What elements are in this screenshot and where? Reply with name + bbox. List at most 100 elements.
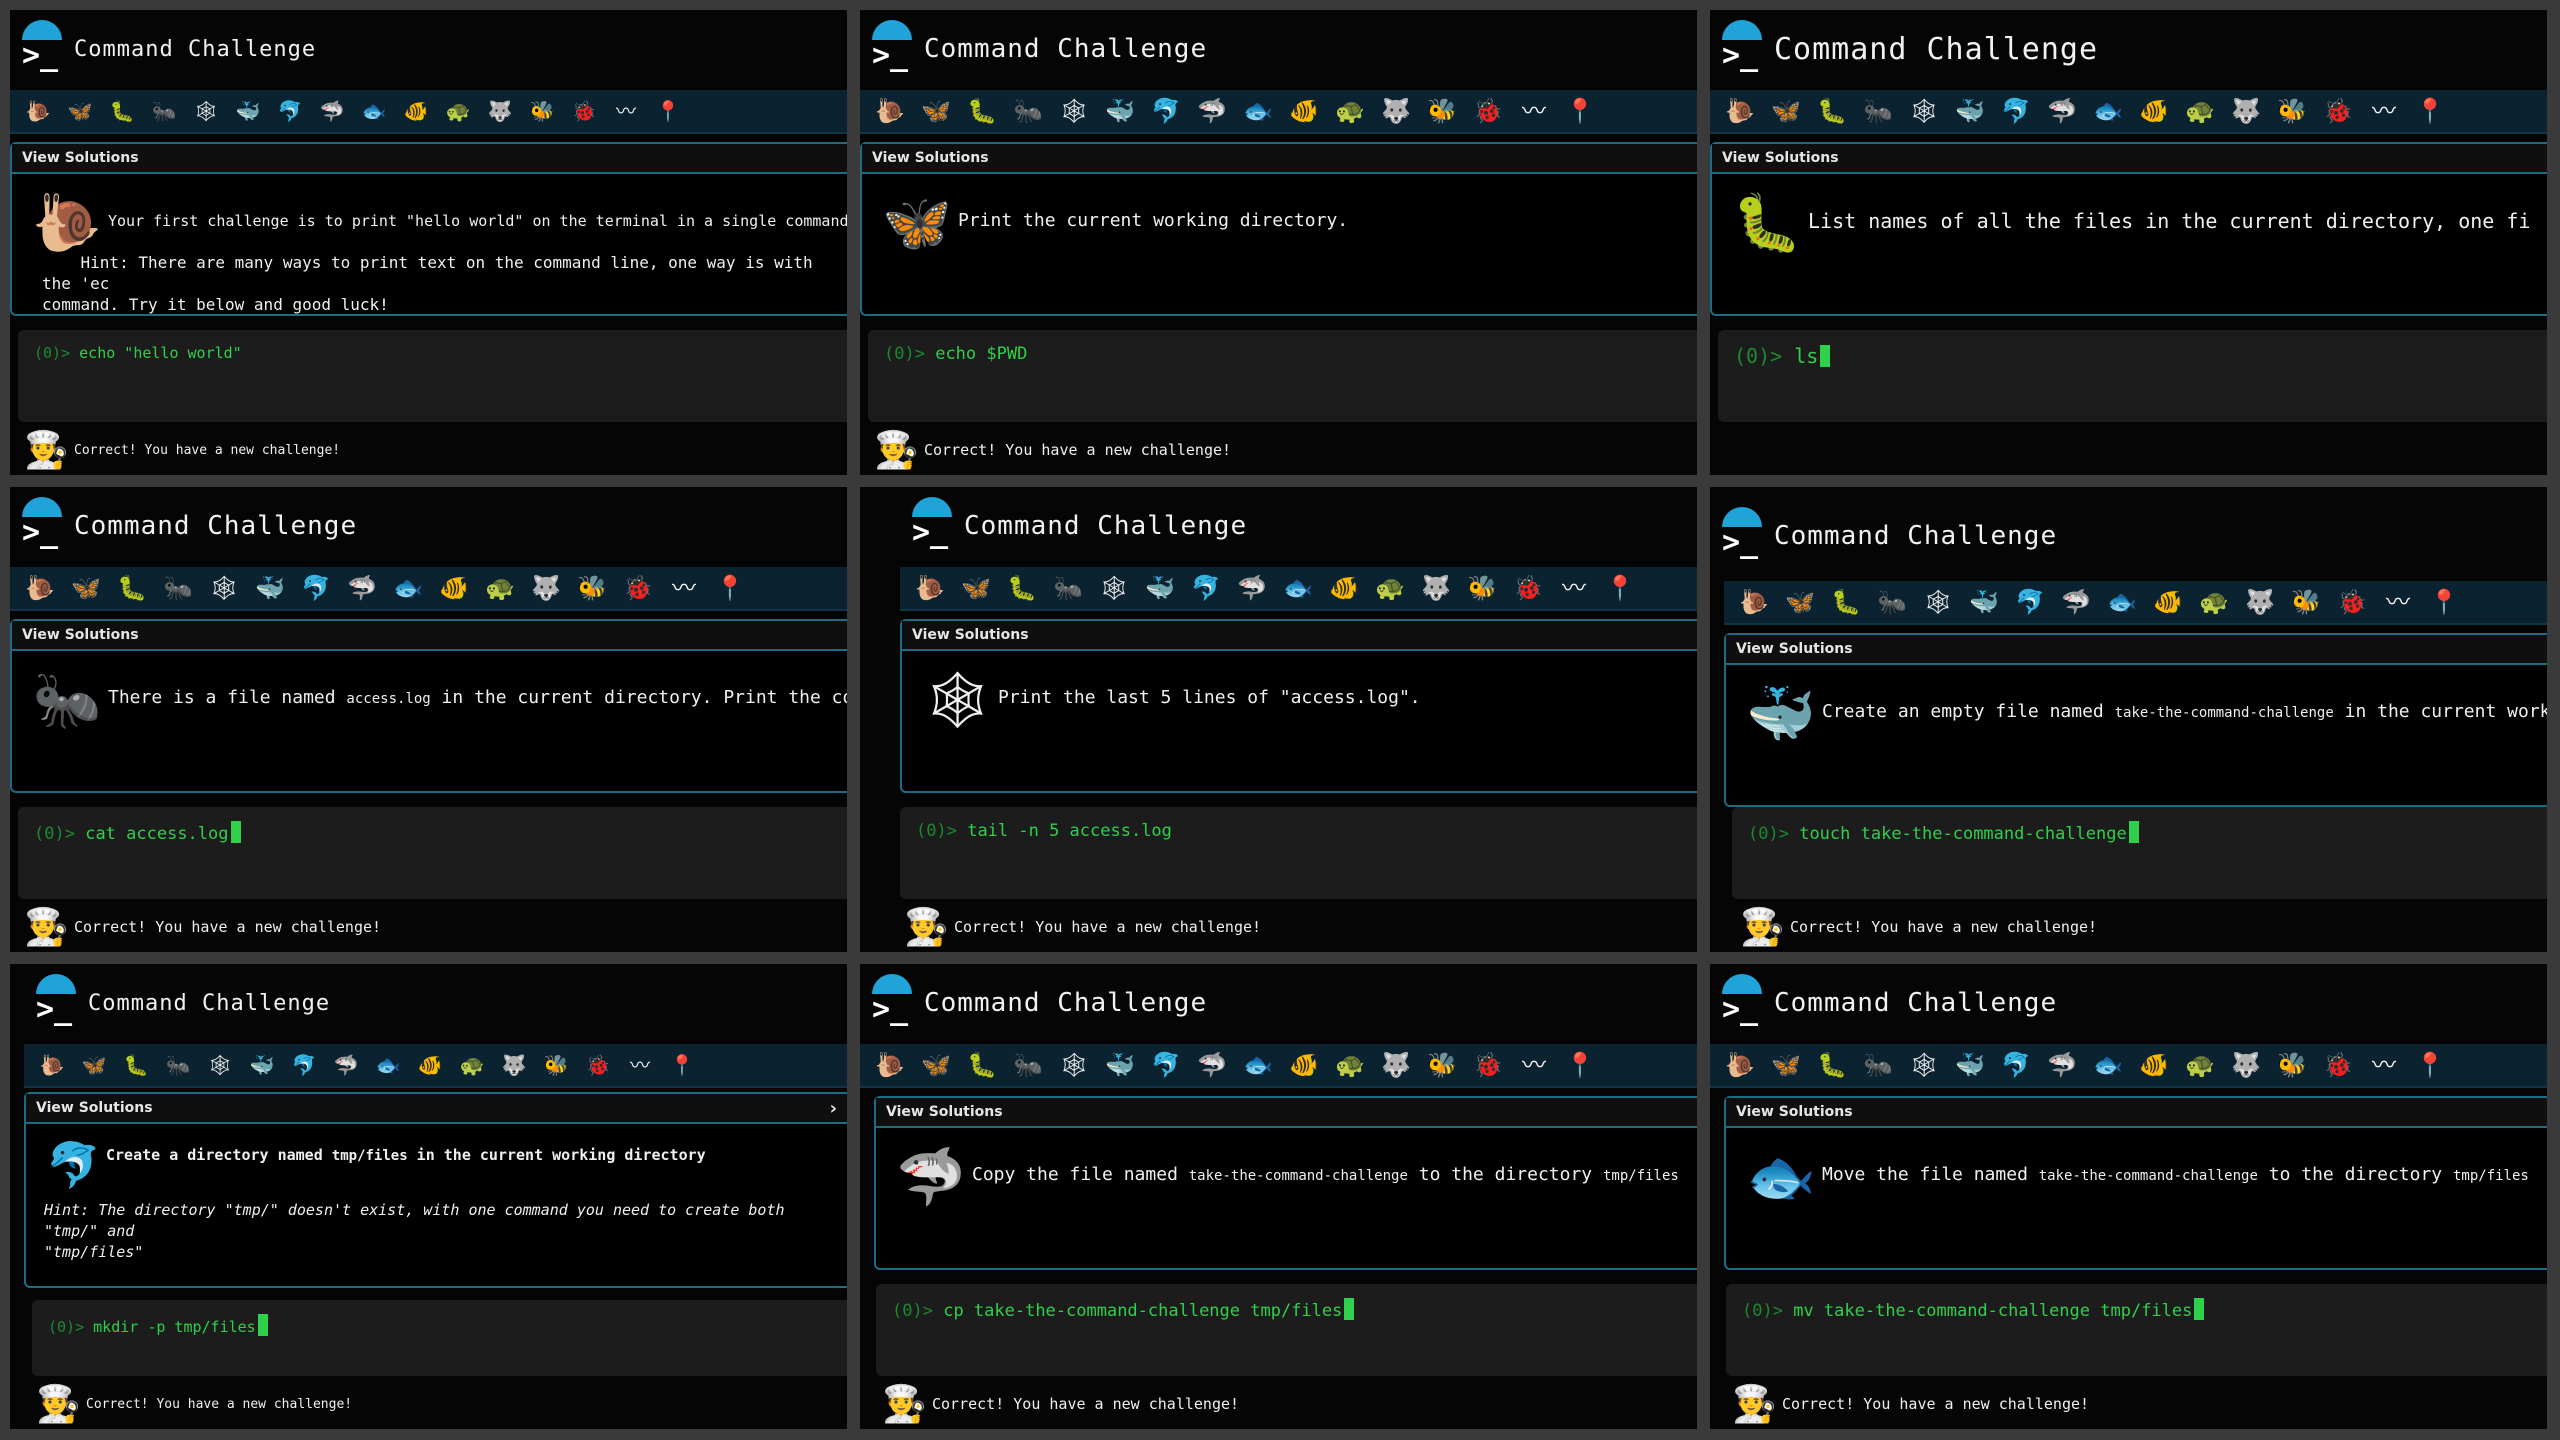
ant-badge-icon[interactable]: 🐜	[1876, 580, 1908, 624]
butterfly-badge-icon[interactable]: 🦋	[960, 566, 992, 610]
turtle-badge-icon[interactable]: 🐢	[2184, 89, 2216, 133]
wolf-badge-icon[interactable]: 🐺	[486, 89, 514, 133]
view-solutions-button[interactable]: View Solutions	[12, 144, 847, 174]
bee-badge-icon[interactable]: 🐝	[542, 1043, 570, 1087]
tropical-fish-badge-icon[interactable]: 🐠	[402, 89, 430, 133]
logo-icon[interactable]: >_	[860, 964, 924, 1042]
ant-badge-icon[interactable]: 🐜	[150, 89, 178, 133]
caterpillar-badge-icon[interactable]: 🐛	[1830, 580, 1862, 624]
tropical-fish-badge-icon[interactable]: 🐠	[416, 1043, 444, 1087]
caterpillar-badge-icon[interactable]: 🐛	[1816, 89, 1848, 133]
snail-badge-icon[interactable]: 🐌	[1724, 1043, 1756, 1087]
butterfly-badge-icon[interactable]: 🦋	[1784, 580, 1816, 624]
view-solutions-button[interactable]: View Solutions	[1712, 144, 2547, 174]
pin-badge-icon[interactable]: 📍	[668, 1043, 696, 1087]
logo-icon[interactable]: >_	[860, 10, 924, 88]
terminal-input[interactable]: (0)> mv take-the-command-challenge tmp/f…	[1726, 1284, 2547, 1376]
spider-web-badge-icon[interactable]: 🕸	[1908, 89, 1940, 133]
view-solutions-button[interactable]: View Solutions ›	[26, 1094, 847, 1124]
wolf-badge-icon[interactable]: 🐺	[2244, 580, 2276, 624]
snail-badge-icon[interactable]: 🐌	[24, 89, 52, 133]
shark-badge-icon[interactable]: 🦈	[1196, 1043, 1228, 1087]
bee-badge-icon[interactable]: 🐝	[2276, 1043, 2308, 1087]
dolphin-badge-icon[interactable]: 🐬	[276, 89, 304, 133]
logo-icon[interactable]: >_	[1710, 964, 1774, 1042]
ladybug-badge-icon[interactable]: 🐞	[2336, 580, 2368, 624]
worm-badge-icon[interactable]: 〰	[626, 1043, 654, 1087]
pin-badge-icon[interactable]: 📍	[1564, 1043, 1596, 1087]
wolf-badge-icon[interactable]: 🐺	[1380, 89, 1412, 133]
shark-badge-icon[interactable]: 🦈	[1196, 89, 1228, 133]
shark-badge-icon[interactable]: 🦈	[332, 1043, 360, 1087]
ant-badge-icon[interactable]: 🐜	[164, 1043, 192, 1087]
turtle-badge-icon[interactable]: 🐢	[1374, 566, 1406, 610]
spider-web-badge-icon[interactable]: 🕸	[206, 1043, 234, 1087]
butterfly-badge-icon[interactable]: 🦋	[920, 89, 952, 133]
ladybug-badge-icon[interactable]: 🐞	[2322, 1043, 2354, 1087]
snail-badge-icon[interactable]: 🐌	[914, 566, 946, 610]
terminal-input[interactable]: (0)> mkdir -p tmp/files	[32, 1300, 847, 1376]
fish-badge-icon[interactable]: 🐟	[2092, 1043, 2124, 1087]
caterpillar-badge-icon[interactable]: 🐛	[108, 89, 136, 133]
worm-badge-icon[interactable]: 〰	[2368, 89, 2400, 133]
turtle-badge-icon[interactable]: 🐢	[1334, 1043, 1366, 1087]
bee-badge-icon[interactable]: 🐝	[1426, 1043, 1458, 1087]
view-solutions-button[interactable]: View Solutions	[1726, 1098, 2547, 1128]
bee-badge-icon[interactable]: 🐝	[1466, 566, 1498, 610]
wolf-badge-icon[interactable]: 🐺	[530, 566, 562, 610]
snail-badge-icon[interactable]: 🐌	[1724, 89, 1756, 133]
wolf-badge-icon[interactable]: 🐺	[1380, 1043, 1412, 1087]
view-solutions-button[interactable]: View Solutions	[902, 621, 1697, 651]
ant-badge-icon[interactable]: 🐜	[162, 566, 194, 610]
terminal-input[interactable]: (0)> cp take-the-command-challenge tmp/f…	[876, 1284, 1697, 1376]
dolphin-badge-icon[interactable]: 🐬	[1150, 89, 1182, 133]
ant-badge-icon[interactable]: 🐜	[1862, 1043, 1894, 1087]
view-solutions-button[interactable]: View Solutions	[12, 621, 847, 651]
bee-badge-icon[interactable]: 🐝	[2276, 89, 2308, 133]
ladybug-badge-icon[interactable]: 🐞	[1512, 566, 1544, 610]
shark-badge-icon[interactable]: 🦈	[2046, 1043, 2078, 1087]
fish-badge-icon[interactable]: 🐟	[1242, 1043, 1274, 1087]
caterpillar-badge-icon[interactable]: 🐛	[966, 1043, 998, 1087]
terminal-input[interactable]: (0)> echo "hello world"	[18, 330, 847, 422]
tropical-fish-badge-icon[interactable]: 🐠	[438, 566, 470, 610]
whale-badge-icon[interactable]: 🐳	[1968, 580, 2000, 624]
bee-badge-icon[interactable]: 🐝	[2290, 580, 2322, 624]
ladybug-badge-icon[interactable]: 🐞	[584, 1043, 612, 1087]
butterfly-badge-icon[interactable]: 🦋	[1770, 1043, 1802, 1087]
turtle-badge-icon[interactable]: 🐢	[2198, 580, 2230, 624]
tropical-fish-badge-icon[interactable]: 🐠	[1328, 566, 1360, 610]
fish-badge-icon[interactable]: 🐟	[2106, 580, 2138, 624]
logo-icon[interactable]: >_	[10, 10, 74, 88]
worm-badge-icon[interactable]: 〰	[1518, 89, 1550, 133]
pin-badge-icon[interactable]: 📍	[714, 566, 746, 610]
ant-badge-icon[interactable]: 🐜	[1862, 89, 1894, 133]
spider-web-badge-icon[interactable]: 🕸	[1922, 580, 1954, 624]
shark-badge-icon[interactable]: 🦈	[318, 89, 346, 133]
dolphin-badge-icon[interactable]: 🐬	[300, 566, 332, 610]
pin-badge-icon[interactable]: 📍	[1604, 566, 1636, 610]
shark-badge-icon[interactable]: 🦈	[2046, 89, 2078, 133]
dolphin-badge-icon[interactable]: 🐬	[1150, 1043, 1182, 1087]
dolphin-badge-icon[interactable]: 🐬	[1190, 566, 1222, 610]
ladybug-badge-icon[interactable]: 🐞	[2322, 89, 2354, 133]
terminal-input[interactable]: (0)> touch take-the-command-challenge	[1732, 807, 2547, 899]
turtle-badge-icon[interactable]: 🐢	[444, 89, 472, 133]
spider-web-badge-icon[interactable]: 🕸	[1908, 1043, 1940, 1087]
worm-badge-icon[interactable]: 〰	[2382, 580, 2414, 624]
spider-web-badge-icon[interactable]: 🕸	[1098, 566, 1130, 610]
turtle-badge-icon[interactable]: 🐢	[2184, 1043, 2216, 1087]
whale-badge-icon[interactable]: 🐳	[234, 89, 262, 133]
spider-web-badge-icon[interactable]: 🕸	[1058, 1043, 1090, 1087]
worm-badge-icon[interactable]: 〰	[612, 89, 640, 133]
butterfly-badge-icon[interactable]: 🦋	[80, 1043, 108, 1087]
fish-badge-icon[interactable]: 🐟	[374, 1043, 402, 1087]
turtle-badge-icon[interactable]: 🐢	[484, 566, 516, 610]
turtle-badge-icon[interactable]: 🐢	[458, 1043, 486, 1087]
tropical-fish-badge-icon[interactable]: 🐠	[1288, 1043, 1320, 1087]
fish-badge-icon[interactable]: 🐟	[360, 89, 388, 133]
ant-badge-icon[interactable]: 🐜	[1012, 89, 1044, 133]
ladybug-badge-icon[interactable]: 🐞	[1472, 89, 1504, 133]
wolf-badge-icon[interactable]: 🐺	[1420, 566, 1452, 610]
dolphin-badge-icon[interactable]: 🐬	[2014, 580, 2046, 624]
